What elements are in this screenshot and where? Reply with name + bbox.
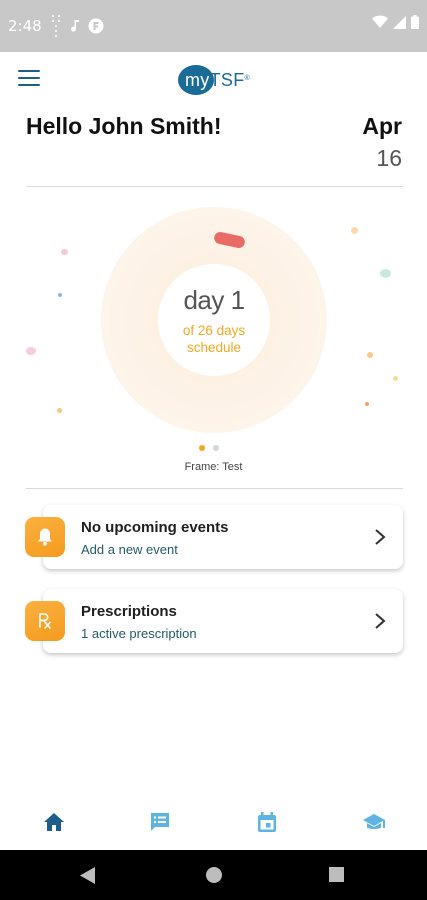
confetti-dot [57,408,62,413]
app-notification-icon [88,18,104,34]
battery-icon [411,15,419,29]
day-label: day 1 [183,284,245,315]
wifi-icon [372,15,388,28]
cell-signal-icon [393,15,406,29]
confetti-dot [367,352,373,358]
app-header: myTSF® [0,52,427,108]
prescriptions-card-title: Prescriptions [81,603,177,620]
home-button-icon[interactable] [206,867,222,883]
logo-text: myTSF® [178,70,250,91]
home-icon[interactable] [41,809,67,835]
app-logo: myTSF® [178,65,250,95]
progress-carousel[interactable]: day 1 of 26 days schedule [0,195,427,440]
chevron-right-icon [375,613,386,629]
prescription-icon [25,601,65,641]
education-cap-icon[interactable] [361,809,387,835]
schedule-line-1: of 26 days [182,322,246,338]
music-note-icon [71,20,79,32]
divider-middle [26,488,403,489]
events-card-box[interactable]: No upcoming events Add a new event [43,505,403,569]
back-icon[interactable] [80,867,96,884]
status-icons-right [372,15,419,29]
recents-icon[interactable] [329,867,344,882]
confetti-dot [26,347,36,355]
progress-center: day 1 of 26 days schedule [158,264,270,376]
events-card[interactable]: No upcoming events Add a new event [25,505,403,569]
prescriptions-card-box[interactable]: Prescriptions 1 active prescription [43,589,403,653]
carousel-pager[interactable] [199,445,219,451]
status-icons-left [50,13,104,39]
greeting-title: Hello John Smith! [26,113,222,139]
status-time: 2:48 [8,17,42,35]
pager-dot[interactable] [213,445,219,451]
calendar-icon[interactable] [254,809,280,835]
status-bar: 2:48 [0,0,427,52]
system-navigation-bar [0,850,427,900]
logo-my: my [185,69,210,90]
signal-dots-icon [52,15,60,37]
date-month: Apr [362,113,402,139]
events-card-title: No upcoming events [81,519,229,536]
confetti-dot [351,227,358,234]
confetti-dot [365,402,369,406]
events-card-subtitle[interactable]: Add a new event [81,542,178,557]
bottom-navigation [0,795,427,850]
prescriptions-card-subtitle: 1 active prescription [81,626,197,641]
logo-registered-mark: ® [244,74,250,82]
pager-dot-active[interactable] [199,445,205,451]
confetti-dot [393,376,398,381]
schedule-line-2: schedule [186,339,242,355]
frame-label: Frame: Test [184,461,243,473]
confetti-dot [58,293,62,297]
logo-tsf: TSF [209,69,245,90]
chat-list-icon[interactable] [147,809,173,835]
confetti-dot [380,269,391,278]
bell-icon [25,517,65,557]
divider-top [26,186,403,187]
confetti-dot [61,249,68,255]
prescriptions-card[interactable]: Prescriptions 1 active prescription [25,589,403,653]
hamburger-menu-icon[interactable] [18,70,40,88]
date-day: 16 [376,145,402,171]
chevron-right-icon [375,529,386,545]
